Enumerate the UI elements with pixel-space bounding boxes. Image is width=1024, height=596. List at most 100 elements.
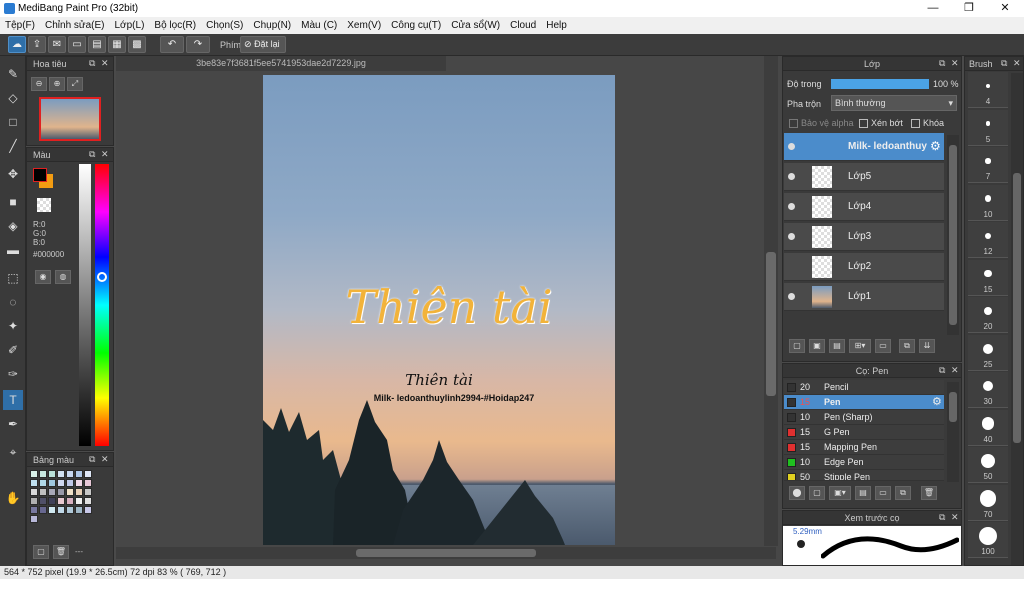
add-layer-menu-icon[interactable]: ⊞▾ — [849, 339, 871, 353]
palette-swatch[interactable] — [39, 497, 47, 505]
menu-edit[interactable]: Chỉnh sửa(E) — [40, 17, 110, 31]
palette-swatch[interactable] — [48, 488, 56, 496]
menu-color[interactable]: Màu (C) — [296, 17, 342, 31]
palette-swatch[interactable] — [48, 506, 56, 514]
gear-icon[interactable]: ⚙ — [930, 139, 941, 153]
brush-size-item[interactable]: 5 — [968, 109, 1008, 146]
protect-alpha-checkbox[interactable] — [789, 119, 798, 128]
brush-item[interactable]: 15 Pen ⚙ — [784, 395, 944, 410]
restore-button[interactable]: ❐ — [952, 0, 986, 17]
float-icon[interactable]: ⧉ — [939, 512, 945, 523]
eraser-tool-icon[interactable]: ◇ — [3, 88, 23, 108]
gradient-tool-icon[interactable]: ▬ — [3, 240, 23, 260]
palette-swatch[interactable] — [75, 506, 83, 514]
menu-snap[interactable]: Chụp(N) — [248, 17, 296, 31]
brush-tool-icon[interactable]: ✎ — [3, 64, 23, 84]
palette-swatch[interactable] — [30, 488, 38, 496]
duplicate-icon[interactable]: ⧉ — [899, 339, 915, 353]
close-panel-icon[interactable]: ✕ — [101, 58, 109, 69]
palette-swatch[interactable] — [48, 470, 56, 478]
rectangle-fill-icon[interactable]: ■ — [3, 192, 23, 212]
eye-icon[interactable] — [788, 293, 795, 300]
canvas-image[interactable]: Thiên tài Thiên tài Milk- ledoanthuylinh… — [263, 75, 615, 545]
text-tool-icon[interactable]: T — [3, 390, 23, 410]
new-brush-icon[interactable]: ▢ — [809, 486, 825, 500]
layer-row[interactable]: Lớp5 — [784, 163, 944, 191]
color-mix-icon[interactable]: ◍ — [55, 270, 71, 284]
float-icon[interactable]: ⧉ — [89, 454, 95, 465]
palette-swatch[interactable] — [84, 488, 92, 496]
palette-swatch[interactable] — [75, 497, 83, 505]
layer-row[interactable]: Lớp3 — [784, 223, 944, 251]
blend-mode-select[interactable]: Bình thường ▾ — [831, 95, 957, 111]
minimize-button[interactable]: — — [916, 0, 950, 17]
brush-item[interactable]: 15 Mapping Pen — [784, 440, 944, 455]
grid-icon[interactable]: ▩ — [128, 36, 146, 53]
palette-swatch[interactable] — [66, 470, 74, 478]
close-panel-icon[interactable]: ✕ — [1013, 58, 1021, 69]
brush-size-item[interactable]: 12 — [968, 222, 1008, 258]
vertical-scroll-thumb[interactable] — [766, 252, 776, 396]
palette-swatch[interactable] — [75, 470, 83, 478]
brush-size-item[interactable]: 100 — [968, 522, 1008, 558]
brush-item[interactable]: 15 G Pen — [784, 425, 944, 440]
menu-help[interactable]: Help — [541, 17, 572, 31]
palette-swatch[interactable] — [66, 479, 74, 487]
shape-tool-icon[interactable]: □ — [3, 112, 23, 132]
document-tab[interactable]: 3be83e7f3681f5ee5741953dae2d7229.jpg — [116, 56, 446, 71]
menu-select[interactable]: Chọn(S) — [201, 17, 248, 31]
zoom-out-icon[interactable]: ⊖ — [31, 77, 47, 91]
brush-menu-icon[interactable]: ▣▾ — [829, 486, 851, 500]
brush-size-scrollbar[interactable] — [1011, 73, 1023, 565]
float-icon[interactable]: ⧉ — [939, 58, 945, 69]
cloud-icon[interactable]: ☁ — [8, 36, 26, 53]
add-brush-icon[interactable]: ⬤ — [789, 486, 805, 500]
brush-size-item[interactable]: 30 — [968, 372, 1008, 408]
menu-view[interactable]: Xem(V) — [342, 17, 386, 31]
folder-icon[interactable]: ▭ — [875, 339, 891, 353]
brush-size-item[interactable]: 40 — [968, 409, 1008, 446]
brush-item[interactable]: 10 Pen (Sharp) — [784, 410, 944, 425]
speech-bubble-icon[interactable]: ▭ — [68, 36, 86, 53]
palette-swatch[interactable] — [39, 470, 47, 478]
magic-wand-icon[interactable]: ✦ — [3, 316, 23, 336]
document-icon[interactable]: ▤ — [88, 36, 106, 53]
palette-swatch[interactable] — [30, 497, 38, 505]
eye-icon[interactable] — [788, 143, 795, 150]
palette-icon[interactable]: ◉ — [35, 270, 51, 284]
palette-swatch[interactable] — [57, 488, 65, 496]
brush-size-item[interactable]: 4 — [968, 72, 1008, 108]
palette-swatch[interactable] — [84, 497, 92, 505]
select-eraser-icon[interactable]: ✑ — [3, 364, 23, 384]
layer-row[interactable]: Lớp1 — [784, 283, 944, 311]
palette-swatch[interactable] — [66, 497, 74, 505]
trash-icon[interactable]: 🗑 — [53, 545, 69, 559]
navigator-thumbnail[interactable] — [39, 97, 101, 141]
palette-swatch[interactable] — [48, 479, 56, 487]
palette-swatch[interactable] — [57, 497, 65, 505]
undo-button[interactable]: ↶ — [160, 36, 184, 53]
close-panel-icon[interactable]: ✕ — [101, 149, 109, 160]
horizontal-scrollbar[interactable] — [116, 547, 776, 559]
brush-item[interactable]: 50 Stipple Pen — [784, 470, 944, 481]
panel-icon[interactable]: ▦ — [108, 36, 126, 53]
layers-scrollbar[interactable] — [947, 135, 959, 335]
clipping-checkbox[interactable] — [859, 119, 868, 128]
hue-slider[interactable] — [95, 164, 109, 446]
eyedropper-icon[interactable]: ⌖ — [3, 442, 23, 462]
brush-scroll-thumb[interactable] — [949, 392, 957, 422]
eye-icon[interactable] — [788, 173, 795, 180]
trash-icon[interactable]: 🗑 — [921, 486, 937, 500]
palette-swatch[interactable] — [48, 497, 56, 505]
zoom-in-icon[interactable]: ⊕ — [49, 77, 65, 91]
close-panel-icon[interactable]: ✕ — [951, 58, 959, 69]
merge-icon[interactable]: ⇊ — [919, 339, 935, 353]
palette-swatch[interactable] — [75, 479, 83, 487]
layer-row[interactable]: Lớp4 — [784, 193, 944, 221]
brightness-slider[interactable] — [79, 164, 91, 446]
float-icon[interactable]: ⧉ — [89, 149, 95, 160]
brush-size-item[interactable]: 25 — [968, 334, 1008, 371]
menu-tools[interactable]: Công cụ(T) — [386, 17, 446, 31]
palette-swatch[interactable] — [39, 479, 47, 487]
palette-swatch[interactable] — [66, 506, 74, 514]
